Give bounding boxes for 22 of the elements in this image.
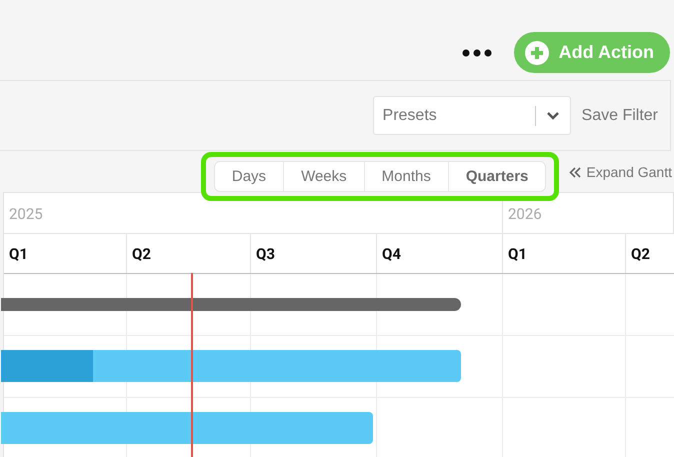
plus-icon — [524, 40, 549, 64]
quarter-header: Q1 — [503, 234, 626, 273]
more-icon[interactable] — [462, 49, 492, 57]
zoom-tab[interactable]: Weeks — [284, 162, 365, 190]
quarter-header: Q2 — [127, 234, 251, 273]
task-bar[interactable] — [1, 412, 373, 444]
save-filter-button[interactable]: Save Filter — [582, 106, 658, 124]
quarter-header: Q4 — [377, 234, 503, 273]
quarter-header: Q3 — [251, 234, 377, 273]
presets-field[interactable]: Presets — [374, 106, 535, 126]
presets-select[interactable]: Presets — [372, 96, 571, 135]
summary-bar[interactable] — [1, 298, 461, 311]
zoom-tab[interactable]: Days — [214, 162, 284, 190]
task-bar[interactable] — [1, 350, 461, 382]
year-header: 2026 — [503, 193, 674, 233]
caret-icon — [546, 110, 560, 120]
quarter-header: Q1 — [4, 234, 127, 273]
double-chevron-icon — [569, 166, 582, 178]
zoom-tab[interactable]: Quarters — [448, 162, 546, 190]
expand-gantt-button[interactable]: Expand Gantt — [569, 164, 672, 180]
zoom-tab[interactable]: Months — [364, 162, 449, 190]
quarter-header: Q2 — [626, 234, 674, 273]
